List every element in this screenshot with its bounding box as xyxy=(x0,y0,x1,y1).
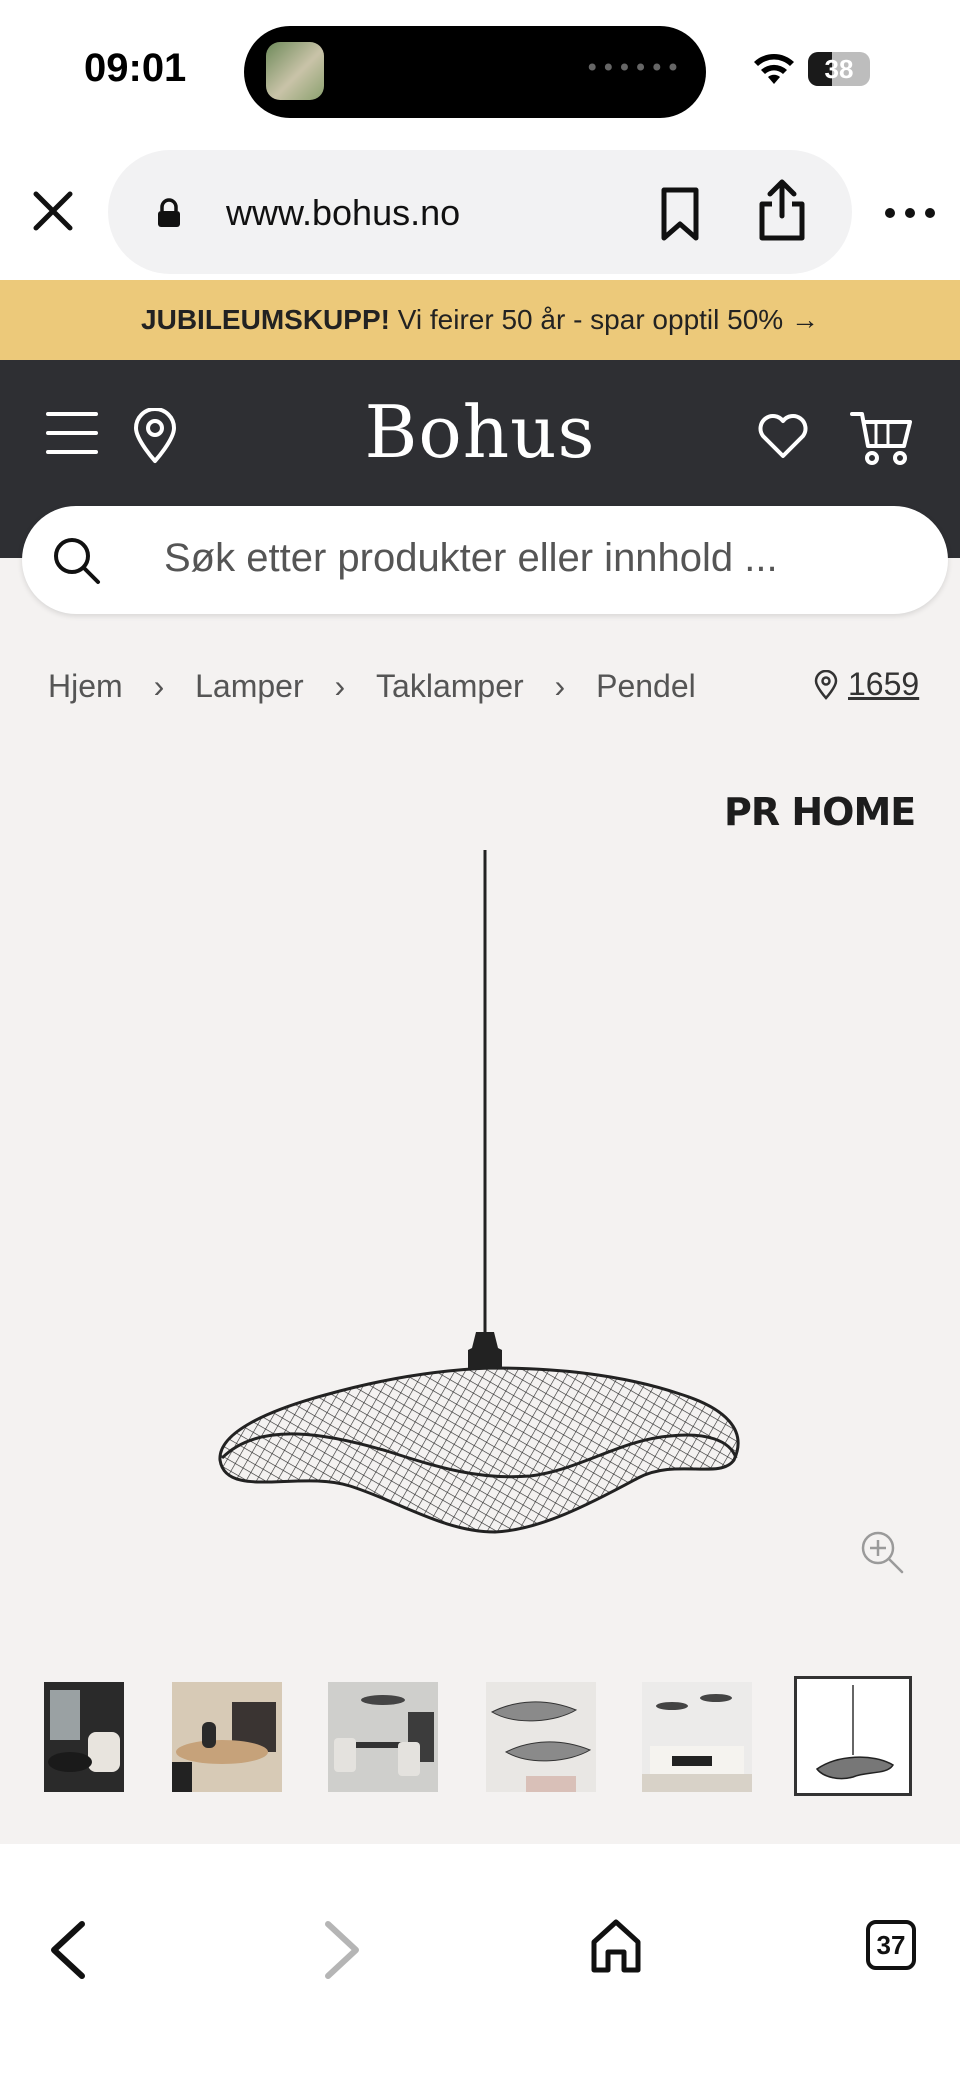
more-icon[interactable] xyxy=(880,198,940,228)
search-placeholder: Søk etter produkter eller innhold ... xyxy=(164,536,778,580)
browser-address-bar: www.bohus.no xyxy=(0,140,960,280)
chevron-right-icon: › xyxy=(153,668,165,705)
brand-logo[interactable]: PR HOME xyxy=(724,790,916,834)
status-time: 09:01 xyxy=(84,46,187,90)
chevron-right-icon: › xyxy=(554,668,566,705)
tabs-button[interactable]: 37 xyxy=(866,1920,916,1970)
dynamic-island: •••••• xyxy=(244,26,706,118)
island-dots: •••••• xyxy=(585,54,682,82)
status-bar: 09:01 •••••• 38 xyxy=(0,0,960,140)
store-selector[interactable]: 1659 xyxy=(814,664,919,703)
battery-indicator: 38 xyxy=(808,52,870,86)
heart-icon[interactable] xyxy=(756,410,810,460)
url-text: www.bohus.no xyxy=(226,192,461,233)
promo-text: Vi feirer 50 år - spar opptil 50% → xyxy=(389,304,819,335)
breadcrumb-item-ceiling-lamps[interactable]: Taklamper xyxy=(376,668,524,705)
lock-icon xyxy=(158,198,180,227)
breadcrumb-item-lamps[interactable]: Lamper xyxy=(195,668,304,705)
promo-highlight: JUBILEUMSKUPP! xyxy=(141,304,390,335)
zoom-in-icon[interactable] xyxy=(858,1528,906,1576)
chevron-left-icon[interactable] xyxy=(46,1920,90,1980)
store-code: 1659 xyxy=(848,666,920,703)
thumbnail-1[interactable] xyxy=(44,1682,124,1792)
wifi-icon xyxy=(754,54,794,84)
home-icon[interactable] xyxy=(588,1916,644,1976)
now-playing-thumbnail xyxy=(266,42,324,100)
share-icon[interactable] xyxy=(754,178,810,242)
thumbnail-3[interactable] xyxy=(328,1682,438,1792)
thumbnail-4[interactable] xyxy=(486,1682,596,1792)
thumbnail-2[interactable] xyxy=(172,1682,282,1792)
bookmark-icon[interactable] xyxy=(654,186,706,242)
product-image[interactable] xyxy=(200,840,760,1540)
search-input[interactable]: Søk etter produkter eller innhold ... xyxy=(22,506,948,614)
battery-level: 38 xyxy=(824,54,854,84)
search-icon xyxy=(54,538,100,584)
thumbnail-5[interactable] xyxy=(642,1682,752,1792)
chevron-right-icon[interactable] xyxy=(320,1920,364,1980)
thumbnail-gallery xyxy=(0,1676,960,1796)
cart-icon[interactable] xyxy=(850,410,914,466)
site-logo[interactable]: Bohus xyxy=(0,390,960,474)
location-pin-icon xyxy=(814,669,838,700)
close-icon[interactable] xyxy=(26,184,80,238)
breadcrumb: Hjem › Lamper › Taklamper › Pendel xyxy=(48,666,696,706)
thumbnail-6-selected[interactable] xyxy=(794,1676,912,1796)
chevron-right-icon: › xyxy=(334,668,346,705)
url-field[interactable]: www.bohus.no xyxy=(108,150,852,274)
browser-bottom-toolbar: 37 xyxy=(0,1844,960,2081)
breadcrumb-item-home[interactable]: Hjem xyxy=(48,668,123,705)
breadcrumb-item-pendant[interactable]: Pendel xyxy=(596,668,696,705)
promo-banner[interactable]: JUBILEUMSKUPP! Vi feirer 50 år - spar op… xyxy=(0,280,960,360)
